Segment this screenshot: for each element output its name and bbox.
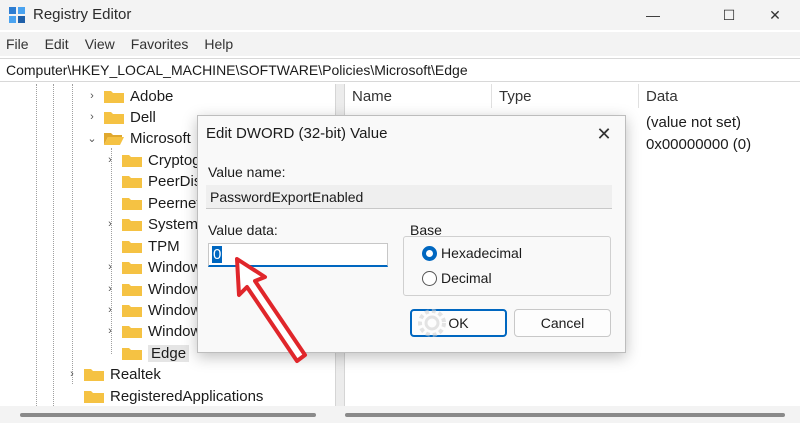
tree-item-tpm[interactable]: TPM [104, 235, 180, 257]
tree-item-windows-1[interactable]: › Window [104, 256, 201, 278]
address-bar[interactable]: Computer\HKEY_LOCAL_MACHINE\SOFTWARE\Pol… [0, 58, 800, 82]
folder-icon [104, 110, 124, 124]
tree-item-label: Realtek [110, 365, 161, 383]
watermark-logo [415, 302, 615, 346]
dialog-close-button[interactable]: ✕ [590, 122, 618, 146]
value-data-text[interactable]: 0 [212, 246, 223, 263]
folder-icon [122, 303, 142, 317]
title-bar: Registry Editor — ☐ ✕ [0, 0, 800, 30]
address-path[interactable]: Computer\HKEY_LOCAL_MACHINE\SOFTWARE\Pol… [6, 62, 468, 78]
value-data-cell: (value not set) [646, 114, 742, 131]
tree-item-systemcertificates[interactable]: › SystemC [104, 213, 209, 235]
tree-guide-line [72, 84, 73, 384]
radio-selected-icon[interactable] [422, 245, 437, 261]
chevron-right-icon[interactable]: › [86, 90, 98, 102]
folder-icon [104, 89, 124, 103]
tree-item-microsoft[interactable]: ⌄ Microsoft [86, 127, 191, 149]
folder-icon [122, 174, 142, 188]
folder-icon [122, 153, 142, 167]
tree-item-label: Window [148, 322, 202, 340]
tree-item-adobe[interactable]: › Adobe [86, 85, 173, 107]
value-name-field: PasswordExportEnabled [206, 185, 612, 209]
radio-hexadecimal-label: Hexadecimal [441, 245, 522, 261]
annotation-arrow-icon [235, 257, 307, 363]
folder-icon [122, 324, 142, 338]
minimize-button[interactable]: — [630, 0, 676, 30]
chevron-right-icon[interactable]: › [104, 304, 116, 316]
menu-file[interactable]: File [6, 32, 29, 56]
radio-decimal-label: Decimal [441, 270, 492, 286]
close-window-button[interactable]: ✕ [752, 0, 798, 30]
folder-icon [122, 217, 142, 231]
chevron-right-icon[interactable]: › [104, 218, 116, 230]
folder-icon [84, 389, 104, 403]
base-radio-group: Hexadecimal Decimal [403, 236, 611, 296]
menu-help[interactable]: Help [204, 32, 233, 56]
tree-item-cryptography[interactable]: › Cryptog [104, 149, 201, 171]
tree-item-label: Window [148, 258, 202, 276]
column-header-type[interactable]: Type [499, 88, 532, 105]
column-divider[interactable] [638, 84, 639, 108]
registry-editor-app-icon [9, 7, 25, 23]
horizontal-scrollbar[interactable] [0, 406, 800, 423]
value-name-label: Value name: [208, 164, 286, 180]
tree-item-label: Cryptog [148, 151, 201, 169]
chevron-right-icon[interactable]: › [104, 154, 116, 166]
radio-hexadecimal[interactable]: Hexadecimal [422, 245, 522, 261]
chevron-down-icon[interactable]: ⌄ [86, 132, 98, 145]
menu-edit[interactable]: Edit [45, 32, 69, 56]
column-header-data[interactable]: Data [646, 88, 678, 105]
maximize-button[interactable]: ☐ [706, 0, 752, 30]
tree-guide-line [36, 84, 37, 406]
folder-icon [122, 196, 142, 210]
tree-item-label: Window [148, 301, 202, 319]
column-divider[interactable] [491, 84, 492, 108]
folder-icon [122, 282, 142, 296]
chevron-right-icon[interactable]: › [86, 111, 98, 123]
dialog-title: Edit DWORD (32-bit) Value [206, 125, 388, 142]
tree-item-windows-2[interactable]: › Window [104, 278, 201, 300]
radio-decimal[interactable]: Decimal [422, 270, 492, 286]
chevron-right-icon[interactable]: › [104, 325, 116, 337]
values-scrollbar-thumb[interactable] [345, 413, 785, 417]
value-data-cell: 0x00000000 (0) [646, 136, 752, 153]
tree-item-edge[interactable]: Edge [104, 342, 190, 364]
tree-item-label: Peernet [148, 194, 201, 212]
tree-item-label: Dell [130, 108, 156, 126]
tree-item-label: Adobe [130, 87, 174, 105]
open-folder-icon [104, 131, 124, 145]
folder-icon [122, 260, 142, 274]
menu-view[interactable]: View [85, 32, 115, 56]
tree-item-label: RegisteredApplications [110, 387, 264, 405]
tree-item-windows-3[interactable]: › Window [104, 299, 201, 321]
tree-item-label: Window [148, 280, 202, 298]
tree-item-peernet[interactable]: Peernet [104, 192, 201, 214]
tree-scrollbar-thumb[interactable] [20, 413, 316, 417]
folder-icon [122, 239, 142, 253]
tree-guide-line [53, 84, 54, 406]
watermark-gear-icon [418, 309, 446, 337]
tree-item-registeredapplications[interactable]: RegisteredApplications [66, 385, 263, 406]
tree-item-windows-4[interactable]: › Window [104, 320, 201, 342]
value-data-label: Value data: [208, 222, 278, 238]
folder-icon [84, 367, 104, 381]
tree-item-label: Microsoft [130, 129, 191, 147]
radio-unselected-icon[interactable] [422, 270, 437, 286]
chevron-right-icon[interactable]: › [66, 368, 78, 380]
column-header-name[interactable]: Name [352, 88, 392, 105]
tree-item-peerdist[interactable]: PeerDist [104, 170, 206, 192]
chevron-right-icon[interactable]: › [104, 283, 116, 295]
window-title: Registry Editor [33, 6, 132, 23]
menu-bar: File Edit View Favorites Help [0, 32, 800, 56]
tree-item-label: TPM [148, 237, 180, 255]
menu-favorites[interactable]: Favorites [131, 32, 189, 56]
chevron-right-icon[interactable]: › [104, 261, 116, 273]
tree-item-label: Edge [148, 344, 190, 362]
tree-item-realtek[interactable]: › Realtek [66, 363, 161, 385]
tree-item-dell[interactable]: › Dell [86, 106, 156, 128]
folder-icon [122, 346, 142, 360]
